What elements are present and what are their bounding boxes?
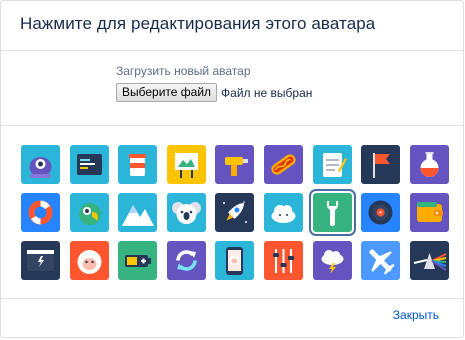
code-editor-avatar[interactable] [70,145,109,184]
koala-avatar[interactable] [167,193,206,232]
hotdog-icon [264,145,303,184]
lifebuoy-icon [21,193,60,232]
battery-icon [118,241,157,280]
red-flag-avatar[interactable] [361,145,400,184]
mountains-avatar[interactable] [118,193,157,232]
potion-icon [410,145,449,184]
vinyl-record-icon [361,193,400,232]
close-link[interactable]: Закрыть [393,308,439,322]
phone-yeti-avatar[interactable] [215,241,254,280]
upload-label: Загрузить новый аватар [116,64,251,78]
hotdog-avatar[interactable] [264,145,303,184]
yeti-avatar[interactable] [70,241,109,280]
wallet-icon [410,193,449,232]
sliders-avatar[interactable] [264,241,303,280]
upload-section: Загрузить новый аватар Выберите файл Фай… [116,64,312,102]
sliders-icon [264,241,303,280]
vinyl-record-avatar[interactable] [361,193,400,232]
wrench-avatar[interactable] [309,189,356,236]
divider-top [1,125,463,126]
dialog-footer: Закрыть [393,306,439,324]
cloud-icon [264,193,303,232]
phone-yeti-icon [215,241,254,280]
prism-icon [410,241,449,280]
dialog-header: Нажмите для редактирования этого аватара [1,1,463,51]
browser-window-icon [21,241,60,280]
red-flag-icon [361,145,400,184]
drill-icon [215,145,254,184]
easel-icon [167,145,206,184]
airplane-icon [361,241,400,280]
storm-cloud-icon [313,241,352,280]
refresh-avatar[interactable] [167,241,206,280]
wrench-icon [313,193,352,232]
wallet-avatar[interactable] [410,193,449,232]
cloud-avatar[interactable] [264,193,303,232]
notepad-avatar[interactable] [313,145,352,184]
dialog-title: Нажмите для редактирования этого аватара [20,14,376,33]
lifebuoy-avatar[interactable] [21,193,60,232]
divider-bottom [1,298,463,299]
file-status: Файл не выбран [221,85,313,100]
storm-cloud-avatar[interactable] [313,241,352,280]
koala-icon [167,193,206,232]
file-input[interactable]: Выберите файл Файл не выбран [116,83,312,102]
alien-icon [21,145,60,184]
rocket-icon [215,193,254,232]
coffee-cup-icon [118,145,157,184]
battery-avatar[interactable] [118,241,157,280]
edit-avatar-dialog: Нажмите для редактирования этого аватара… [0,0,464,338]
parrot-icon [70,193,109,232]
yeti-icon [70,241,109,280]
rocket-avatar[interactable] [215,193,254,232]
coffee-cup-avatar[interactable] [118,145,157,184]
drill-avatar[interactable] [215,145,254,184]
potion-avatar[interactable] [410,145,449,184]
parrot-avatar[interactable] [70,193,109,232]
code-editor-icon [70,145,109,184]
airplane-avatar[interactable] [361,241,400,280]
notepad-icon [313,145,352,184]
choose-file-button[interactable]: Выберите файл [116,83,218,102]
mountains-icon [118,193,157,232]
refresh-icon [167,241,206,280]
easel-avatar[interactable] [167,145,206,184]
browser-window-avatar[interactable] [21,241,60,280]
alien-avatar[interactable] [21,145,60,184]
prism-avatar[interactable] [410,241,449,280]
